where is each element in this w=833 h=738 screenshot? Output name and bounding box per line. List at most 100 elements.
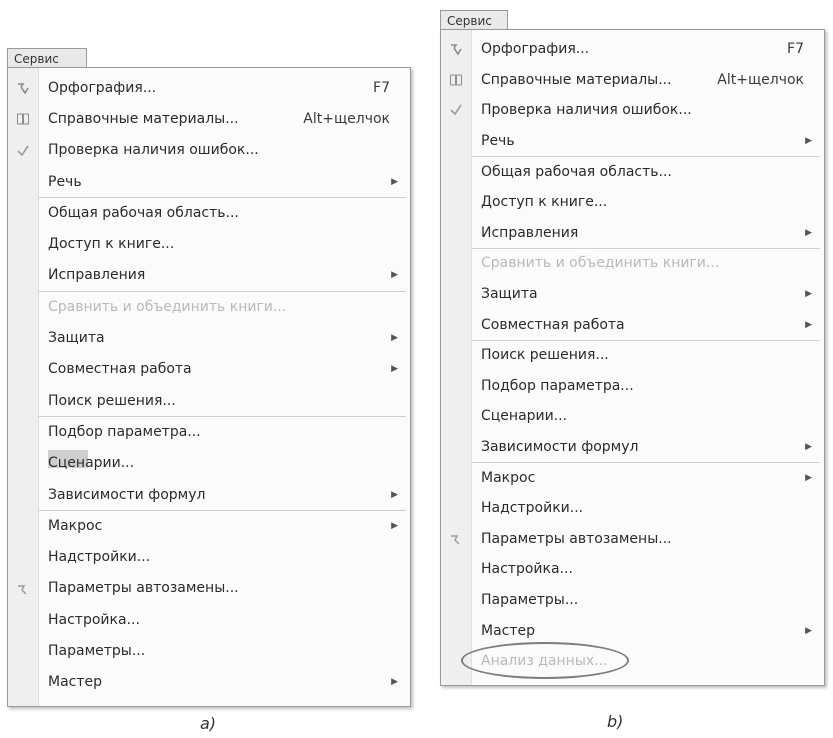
menu-item[interactable]: Проверка наличия ошибок... xyxy=(8,135,410,166)
menu-item-label: Справочные материалы... xyxy=(481,71,672,88)
menu-item[interactable]: Доступ к книге... xyxy=(8,229,410,260)
menu-item-label: Речь xyxy=(481,133,515,150)
autocorrect-icon xyxy=(447,530,465,548)
tools-menu-a: Орфография... F7 Справочные материалы... Al… xyxy=(7,67,411,707)
menu-item[interactable]: Сценарии... xyxy=(8,448,410,479)
menu-item[interactable]: Общая рабочая область... xyxy=(441,156,824,187)
error-check-icon xyxy=(14,142,32,160)
menu-item-label: Справочные материалы... xyxy=(48,110,239,127)
highlight-ellipse xyxy=(461,642,629,679)
error-check-icon xyxy=(447,101,465,119)
menu-item-label: Сравнить и объединить книги... xyxy=(481,255,720,272)
shortcut-text: Alt+щелчок xyxy=(303,110,390,127)
menu-item-label: Проверка наличия ошибок... xyxy=(481,102,692,119)
menu-item[interactable]: Орфография... F7 xyxy=(441,34,824,65)
menu-item[interactable]: Поиск решения... xyxy=(441,340,824,371)
menu-item[interactable]: Проверка наличия ошибок... xyxy=(441,95,824,126)
menu-item[interactable]: Поиск решения... xyxy=(8,385,410,416)
menu-item-label: Надстройки... xyxy=(48,549,151,566)
menu-item-label: Подбор параметра... xyxy=(48,423,201,440)
menu-item-label: Подбор параметра... xyxy=(481,377,634,394)
menu-item-label: Исправления xyxy=(481,224,579,241)
menu-item[interactable]: Исправления ▶ xyxy=(441,218,824,249)
menu-item[interactable]: Зависимости формул ▶ xyxy=(441,432,824,463)
menu-item[interactable]: Исправления ▶ xyxy=(8,260,410,291)
submenu-arrow-icon: ▶ xyxy=(805,136,812,147)
menu-item-label: Параметры... xyxy=(481,592,579,609)
menu-item[interactable]: Подбор параметра... xyxy=(441,371,824,402)
menu-item-label: Мастер xyxy=(48,674,103,691)
research-icon xyxy=(14,110,32,128)
menu-title-label: Сервис xyxy=(14,52,59,66)
menu-title-service-a[interactable]: Сервис xyxy=(7,48,87,68)
menu-item-label: Зависимости формул xyxy=(48,486,206,503)
menu-item-label: Речь xyxy=(48,173,82,190)
submenu-arrow-icon: ▶ xyxy=(391,489,398,500)
spelling-icon xyxy=(447,40,465,58)
submenu-arrow-icon: ▶ xyxy=(391,333,398,344)
menu-item-label: Совместная работа xyxy=(481,316,625,333)
menu-item[interactable]: Совместная работа ▶ xyxy=(441,309,824,340)
menu-item[interactable]: Параметры... xyxy=(441,585,824,616)
tools-menu-b: Орфография... F7 Справочные материалы... Al… xyxy=(440,29,825,686)
menu-item[interactable]: Речь ▶ xyxy=(441,126,824,157)
menu-item-label: Общая рабочая область... xyxy=(481,163,672,180)
menu-item-label: Защита xyxy=(481,286,538,303)
menu-item-label: Макрос xyxy=(481,469,536,486)
menu-item-label: Совместная работа xyxy=(48,361,192,378)
submenu-arrow-icon: ▶ xyxy=(391,270,398,281)
menu-item-label: Проверка наличия ошибок... xyxy=(48,142,259,159)
submenu-arrow-icon: ▶ xyxy=(391,364,398,375)
menu-item-label: Настройка... xyxy=(481,561,573,578)
menu-item[interactable]: Доступ к книге... xyxy=(441,187,824,218)
menu-item[interactable]: Орфография... F7 xyxy=(8,72,410,103)
menu-item[interactable]: Подбор параметра... xyxy=(8,416,410,447)
menu-item[interactable]: Защита ▶ xyxy=(441,279,824,310)
submenu-arrow-icon: ▶ xyxy=(391,520,398,531)
menu-item[interactable]: Надстройки... xyxy=(441,493,824,524)
menu-item-label: Сравнить и объединить книги... xyxy=(48,298,287,315)
menu-item-label: Надстройки... xyxy=(481,500,584,517)
caption-b-label: b) xyxy=(607,712,624,731)
shortcut-text: F7 xyxy=(787,41,804,58)
menu-item: Анализ данных... xyxy=(441,642,824,679)
menu-item[interactable]: Параметры автозамены... xyxy=(441,524,824,555)
menu-item[interactable]: Макрос ▶ xyxy=(8,510,410,541)
menu-title-service-b[interactable]: Сервис xyxy=(440,10,508,30)
menu-title-label: Сервис xyxy=(447,14,492,28)
menu-item-label: Исправления xyxy=(48,267,146,284)
menu-item[interactable]: Сценарии... xyxy=(441,401,824,432)
caption-b: b) xyxy=(607,712,623,731)
submenu-arrow-icon: ▶ xyxy=(805,625,812,636)
caption-a: a) xyxy=(200,714,216,733)
menu-item-label: Параметры... xyxy=(48,643,146,660)
menu-item-label: Поиск решения... xyxy=(481,347,609,364)
menu-item: Сравнить и объединить книги... xyxy=(441,248,824,279)
submenu-arrow-icon: ▶ xyxy=(805,319,812,330)
menu-item[interactable]: Зависимости формул ▶ xyxy=(8,479,410,510)
menu-item[interactable]: Надстройки... xyxy=(8,542,410,573)
menu-item[interactable]: Речь ▶ xyxy=(8,166,410,197)
research-icon xyxy=(447,71,465,89)
menu-item-label: Доступ к книге... xyxy=(48,236,175,253)
menu-item[interactable]: Настройка... xyxy=(441,554,824,585)
shortcut-text: F7 xyxy=(373,79,390,96)
menu-item[interactable]: Справочные материалы... Alt+щелчок xyxy=(441,65,824,96)
menu-item[interactable]: Параметры автозамены... xyxy=(8,573,410,604)
menu-item-label: Орфография... xyxy=(48,79,157,96)
menu-item: Сравнить и объединить книги... xyxy=(8,291,410,322)
submenu-arrow-icon: ▶ xyxy=(805,227,812,238)
menu-item[interactable]: Общая рабочая область... xyxy=(8,197,410,228)
menu-item[interactable]: Защита ▶ xyxy=(8,322,410,353)
submenu-arrow-icon: ▶ xyxy=(805,289,812,300)
submenu-arrow-icon: ▶ xyxy=(805,442,812,453)
caption-a-label: a) xyxy=(200,714,217,733)
menu-item[interactable]: Параметры... xyxy=(8,635,410,666)
menu-item[interactable]: Мастер ▶ xyxy=(441,615,824,646)
menu-item-label: Сценарии... xyxy=(48,455,135,472)
menu-item[interactable]: Настройка... xyxy=(8,604,410,635)
menu-item[interactable]: Справочные материалы... Alt+щелчок xyxy=(8,103,410,134)
menu-item[interactable]: Макрос ▶ xyxy=(441,462,824,493)
menu-item[interactable]: Совместная работа ▶ xyxy=(8,354,410,385)
menu-item[interactable]: Мастер ▶ xyxy=(8,667,410,698)
